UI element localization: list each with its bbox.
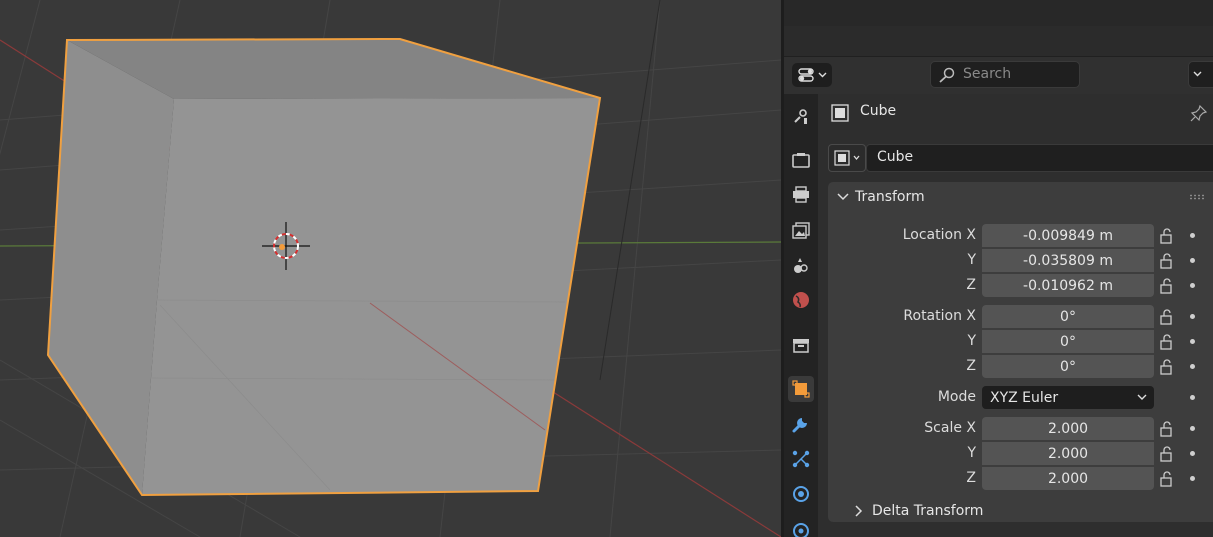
- rotation-y-label: Y: [967, 333, 976, 349]
- tab-modifiers[interactable]: [788, 411, 814, 437]
- tab-particles[interactable]: [788, 446, 814, 472]
- object-title-row: Cube: [818, 94, 1213, 130]
- object-browse-button[interactable]: [828, 144, 866, 172]
- location-z-label: Z: [966, 277, 976, 293]
- rotation-mode-dropdown[interactable]: XYZ Euler: [982, 386, 1154, 409]
- cube-object[interactable]: [46, 37, 602, 497]
- outliner-strip: [784, 0, 1213, 26]
- scale-x-field[interactable]: 2.000: [982, 417, 1154, 440]
- constraints-icon: [793, 523, 809, 537]
- object-name-row: Cube: [828, 144, 1213, 172]
- lock-icon[interactable]: [1159, 278, 1175, 294]
- keyframe-dot[interactable]: [1190, 451, 1195, 456]
- tab-view-layer[interactable]: [788, 217, 814, 243]
- delta-transform-title: Delta Transform: [872, 503, 984, 519]
- keyframe-dot[interactable]: [1190, 476, 1195, 481]
- tab-tool[interactable]: [788, 103, 814, 129]
- location-x-field[interactable]: -0.009849 m: [982, 224, 1154, 247]
- keyframe-dot[interactable]: [1190, 283, 1195, 288]
- scene-icon: [794, 258, 808, 273]
- lock-icon[interactable]: [1159, 228, 1175, 244]
- rotation-x-field[interactable]: 0°: [982, 305, 1154, 328]
- rotation-mode-value: XYZ Euler: [990, 389, 1059, 406]
- tool-icon: [794, 109, 807, 124]
- search-field[interactable]: Search: [930, 61, 1080, 88]
- properties-content: Cube Cube Transform Location X -0.009849…: [818, 94, 1213, 537]
- object-title: Cube: [860, 103, 897, 119]
- properties-editor-icon: [798, 68, 827, 82]
- lock-icon[interactable]: [1159, 359, 1175, 375]
- options-dropdown[interactable]: [1188, 61, 1213, 88]
- modifier-wrench-icon: [792, 418, 807, 433]
- delta-transform-subpanel[interactable]: Delta Transform: [828, 500, 1213, 522]
- tab-render[interactable]: [788, 147, 814, 173]
- keyframe-dot[interactable]: [1190, 364, 1195, 369]
- tab-physics[interactable]: [788, 481, 814, 507]
- mode-label: Mode: [937, 389, 976, 405]
- location-x-label: Location X: [902, 227, 976, 243]
- tab-collection[interactable]: [788, 332, 814, 358]
- lock-icon[interactable]: [1159, 446, 1175, 462]
- tab-scene[interactable]: [788, 252, 814, 278]
- chevron-down-icon: [1193, 71, 1202, 77]
- collection-icon: [793, 339, 809, 353]
- keyframe-dot[interactable]: [1190, 258, 1195, 263]
- outliner-bottom: [784, 26, 1213, 57]
- tab-object[interactable]: [788, 376, 814, 402]
- render-icon: [792, 153, 810, 168]
- keyframe-dot[interactable]: [1190, 339, 1195, 344]
- object-name-value: Cube: [877, 149, 914, 165]
- physics-icon: [793, 486, 809, 502]
- location-y-label: Y: [967, 252, 976, 268]
- scale-x-label: Scale X: [924, 420, 976, 436]
- properties-tabs: [784, 94, 818, 537]
- location-z-field[interactable]: -0.010962 m: [982, 274, 1154, 297]
- scale-y-field[interactable]: 2.000: [982, 442, 1154, 465]
- properties-editor: Search Cube Cube Transform Location X -0…: [784, 0, 1213, 537]
- particles-icon: [792, 450, 810, 468]
- object-data-icon: [831, 104, 849, 122]
- scale-z-label: Z: [966, 470, 976, 486]
- tab-constraints[interactable]: [788, 516, 814, 537]
- output-icon: [793, 186, 809, 203]
- pin-icon[interactable]: [1190, 104, 1208, 122]
- editor-type-button[interactable]: [792, 63, 832, 87]
- rotation-y-field[interactable]: 0°: [982, 330, 1154, 353]
- drag-grip-icon[interactable]: [1189, 194, 1205, 200]
- lock-icon[interactable]: [1159, 253, 1175, 269]
- tab-world[interactable]: [788, 287, 814, 313]
- world-icon: [793, 292, 809, 308]
- rotation-x-label: Rotation X: [903, 308, 976, 324]
- keyframe-dot[interactable]: [1190, 395, 1195, 400]
- object-browse-icon: [834, 150, 860, 166]
- 3d-viewport[interactable]: [0, 0, 781, 537]
- object-name-field[interactable]: Cube: [866, 144, 1213, 172]
- chevron-down-icon: [837, 193, 849, 201]
- search-placeholder: Search: [963, 66, 1012, 82]
- scale-z-field[interactable]: 2.000: [982, 467, 1154, 490]
- scale-y-label: Y: [967, 445, 976, 461]
- object-icon: [792, 380, 810, 398]
- lock-icon[interactable]: [1159, 421, 1175, 437]
- rotation-z-label: Z: [966, 358, 976, 374]
- transform-title: Transform: [855, 189, 925, 205]
- chevron-right-icon: [855, 505, 863, 517]
- keyframe-dot[interactable]: [1190, 314, 1195, 319]
- lock-icon[interactable]: [1159, 309, 1175, 325]
- rotation-z-field[interactable]: 0°: [982, 355, 1154, 378]
- keyframe-dot[interactable]: [1190, 233, 1195, 238]
- lock-icon[interactable]: [1159, 471, 1175, 487]
- search-icon: [939, 67, 955, 83]
- lock-icon[interactable]: [1159, 334, 1175, 350]
- transform-panel: Transform Location X -0.009849 m Y -0.03…: [828, 182, 1213, 522]
- location-y-field[interactable]: -0.035809 m: [982, 249, 1154, 272]
- cube-front-face[interactable]: [142, 98, 600, 495]
- tab-output[interactable]: [788, 182, 814, 208]
- transform-panel-header[interactable]: Transform: [828, 182, 1213, 212]
- view-layer-icon: [792, 222, 810, 239]
- chevron-down-icon: [1137, 394, 1147, 400]
- viewport-canvas[interactable]: [0, 0, 781, 537]
- keyframe-dot[interactable]: [1190, 426, 1195, 431]
